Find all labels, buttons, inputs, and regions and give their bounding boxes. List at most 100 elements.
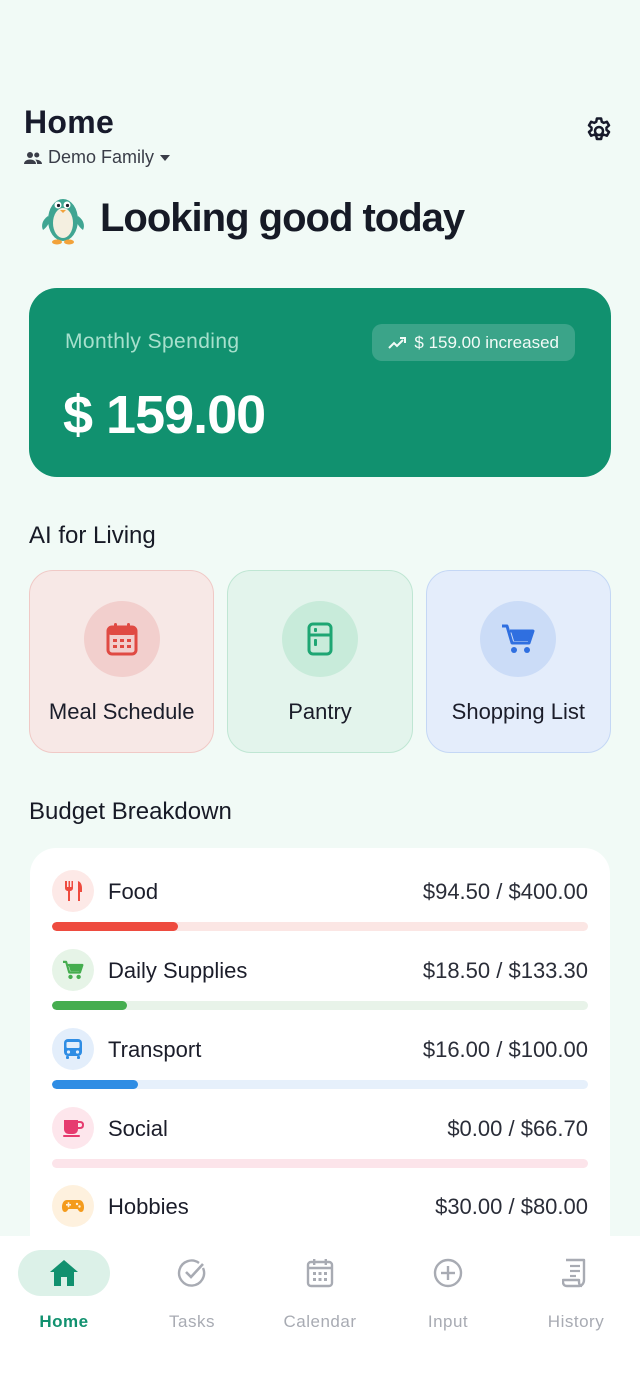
nav-pill (530, 1250, 622, 1296)
gamepad-body (62, 1200, 84, 1212)
bottom-nav: Home Tasks Calendar Input History (0, 1236, 640, 1391)
budget-progress-track (52, 1159, 588, 1168)
cup-icon (63, 1120, 84, 1137)
home-icon (50, 1260, 78, 1286)
cup-saucer (63, 1135, 80, 1137)
budget-icon-circle (52, 870, 94, 912)
caret-down-icon (160, 154, 171, 161)
bus-wheel (77, 1056, 80, 1059)
budget-name: Transport (108, 1037, 202, 1062)
nav-item-home[interactable]: Home (0, 1250, 128, 1391)
receipt-icon (562, 1258, 586, 1288)
nav-pill (274, 1250, 366, 1296)
budget-progress-fill (52, 1080, 138, 1089)
budget-progress-fill (52, 1001, 127, 1010)
pantry-label: Pantry (288, 699, 352, 724)
gamepad-button (75, 1202, 79, 1206)
cup-body (64, 1120, 78, 1134)
page-title: Home (24, 104, 115, 140)
family-name: Demo Family (48, 147, 155, 167)
meal-schedule-card[interactable]: Meal Schedule (29, 570, 215, 753)
budget-icon-circle (52, 1185, 94, 1227)
budget-name: Daily Supplies (108, 958, 248, 983)
budget-progress-track (52, 922, 588, 931)
pantry-card[interactable]: Pantry (227, 570, 413, 753)
header: Home Demo Family (24, 104, 616, 174)
budget-amount: $18.50 / $133.30 (422, 958, 588, 983)
bus-light (75, 1050, 80, 1054)
shopping-list-card[interactable]: Shopping List (425, 570, 611, 753)
ai-cards: Meal Schedule Pantry Shopping List (29, 570, 611, 753)
budget-name: Hobbies (108, 1194, 189, 1219)
penguin-mascot (42, 199, 84, 245)
gamepad-button (78, 1205, 81, 1208)
nav-pill (18, 1250, 110, 1296)
budget-section-title: Budget Breakdown (29, 798, 232, 825)
cart-wheel (68, 974, 73, 980)
budget-item-food[interactable]: Food $94.50 / $400.00 (52, 870, 588, 940)
shopping-list-icon-circle (480, 601, 557, 677)
cart-icon (63, 960, 84, 980)
spending-change-badge: $ 159.00 increased (372, 324, 575, 361)
bus-icon (64, 1039, 82, 1059)
budget-amount: $94.50 / $400.00 (422, 879, 588, 904)
nav-item-history[interactable]: History (512, 1250, 640, 1391)
spending-change-text: $ 159.00 increased (414, 332, 559, 352)
nav-pill (402, 1250, 494, 1296)
budget-amount: $30.00 / $80.00 (435, 1194, 588, 1219)
calendar-ring (324, 1259, 327, 1265)
nav-item-tasks[interactable]: Tasks (128, 1250, 256, 1391)
greeting-text: Looking good today (100, 195, 465, 240)
gear-icon (587, 117, 611, 141)
cart-icon (502, 624, 535, 653)
calendar-icon (106, 623, 138, 656)
nav-item-calendar[interactable]: Calendar (256, 1250, 384, 1391)
trending-up-icon (388, 336, 407, 349)
greeting: Looking good today (40, 190, 465, 246)
check-circle-ring (177, 1259, 206, 1287)
cart-basket (68, 965, 82, 972)
knife-shape (77, 881, 82, 901)
budget-item-daily-supplies[interactable]: Daily Supplies $18.50 / $133.30 (52, 949, 588, 1019)
cup-handle (78, 1121, 84, 1129)
people-icon (24, 151, 42, 164)
bus-wheel (66, 1056, 69, 1059)
budget-name: Social (108, 1116, 168, 1141)
monthly-spending-card[interactable]: Monthly Spending $ 159.00 increased $ 15… (29, 288, 611, 477)
budget-amount: $16.00 / $100.00 (422, 1037, 588, 1062)
meal-schedule-label: Meal Schedule (48, 699, 195, 724)
check-circle-icon (177, 1259, 206, 1287)
nav-label: Home (39, 1312, 89, 1331)
budget-item-social[interactable]: Social $0.00 / $66.70 (52, 1107, 588, 1177)
budget-name: Food (108, 879, 159, 904)
nav-label: Input (427, 1312, 469, 1331)
spending-amount: $ 159.00 (63, 385, 266, 445)
fridge-icon (307, 622, 333, 656)
calendar-icon (306, 1259, 334, 1288)
check-mark (185, 1263, 204, 1279)
budget-amount: $0.00 / $66.70 (447, 1116, 588, 1141)
budget-card: Food $94.50 / $400.00 Daily Supplies $18… (30, 848, 610, 1268)
settings-button[interactable] (582, 114, 616, 148)
budget-progress-track (52, 1001, 588, 1010)
bus-window (66, 1042, 80, 1048)
meal-schedule-icon-circle (83, 601, 160, 677)
nav-label: History (547, 1312, 605, 1331)
nav-label: Tasks (169, 1312, 215, 1331)
family-selector[interactable]: Demo Family (24, 147, 616, 168)
budget-icon-circle (52, 1107, 94, 1149)
utensils-icon (65, 881, 82, 901)
spending-label: Monthly Spending (65, 330, 240, 353)
nav-pill (146, 1250, 238, 1296)
nav-label: Calendar (283, 1312, 357, 1331)
plus-circle-icon (433, 1258, 463, 1288)
budget-item-transport[interactable]: Transport $16.00 / $100.00 (52, 1028, 588, 1098)
dpad-vertical (67, 1202, 70, 1208)
budget-icon-circle (52, 949, 94, 991)
budget-progress-fill (52, 922, 179, 931)
cart-wheel (76, 974, 81, 980)
receipt-outline (562, 1258, 586, 1288)
shopping-list-label: Shopping List (451, 699, 585, 724)
fork-shape (65, 881, 73, 901)
nav-item-input[interactable]: Input (384, 1250, 512, 1391)
